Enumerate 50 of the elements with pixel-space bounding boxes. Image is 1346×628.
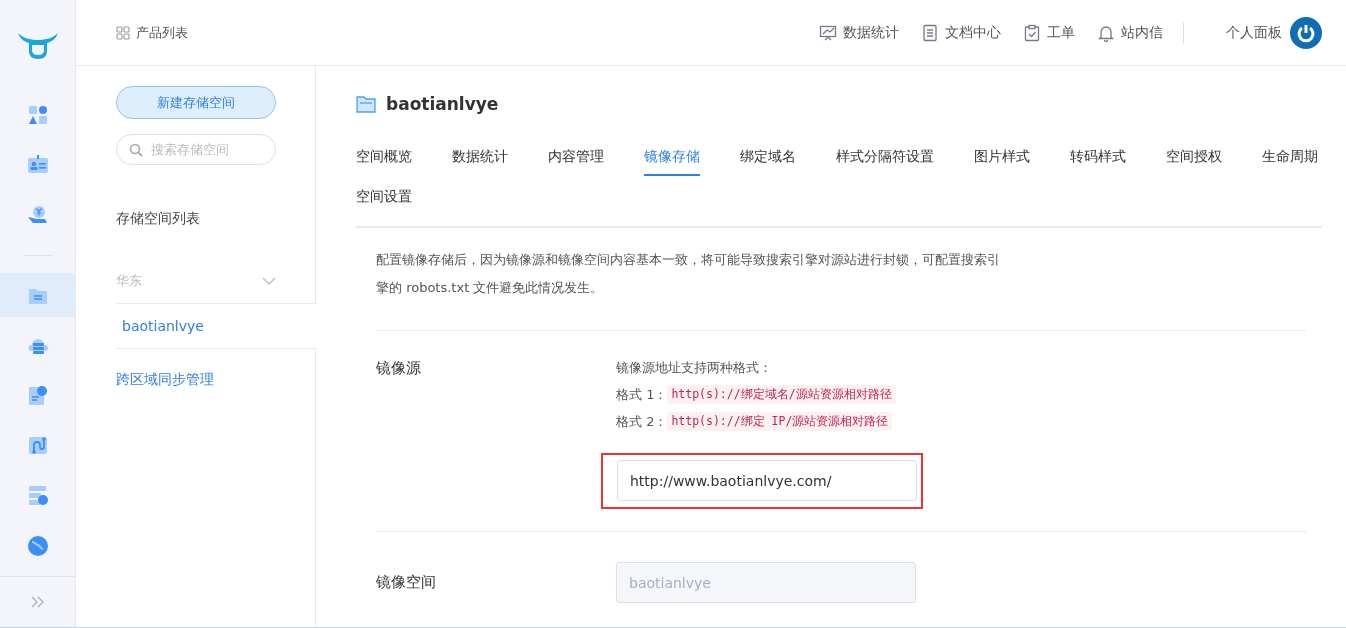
format-label: 格式 2： [616, 412, 668, 431]
tab[interactable]: 镜像存储 [644, 144, 700, 176]
notice-text: 配置镜像存储后，因为镜像源和镜像空间内容基本一致，将可能导致搜索引擎对源站进行封锁，可配置搜索引擎的 robots.txt 文件避免此情况发生。 [376, 251, 1001, 297]
product-list-link[interactable]: 产品列表 [136, 23, 188, 42]
tab[interactable]: 内容管理 [548, 144, 604, 176]
format-code: http(s)://绑定域名/源站资源相对路径 [667, 385, 896, 404]
nav-link[interactable]: 数据统计 [843, 23, 899, 42]
server-icon [26, 484, 49, 506]
nav-link[interactable]: 站内信 [1121, 23, 1163, 42]
field-label: 镜像空间 [376, 573, 437, 592]
apps-icon [26, 104, 49, 126]
folder-icon [356, 95, 376, 113]
rail-item[interactable] [0, 273, 75, 317]
tab[interactable]: 生命周期 [1262, 144, 1318, 176]
new-bucket-button[interactable]: 新建存储空间 [116, 86, 276, 119]
search-icon [129, 143, 143, 157]
tab[interactable]: 绑定域名 [740, 144, 796, 176]
expand-icon[interactable] [30, 596, 45, 608]
chart-board-icon[interactable] [819, 23, 837, 42]
list-title: 存储空间列表 [116, 210, 201, 228]
tab[interactable]: 空间设置 [356, 184, 412, 216]
hint-text: 镜像源地址支持两种格式： [616, 359, 773, 377]
field-label: 镜像源 [376, 359, 422, 379]
route-icon [26, 434, 49, 456]
search-field[interactable]: 搜索存储空间 [116, 134, 276, 165]
grid-icon [116, 25, 130, 40]
nav-link[interactable]: 工单 [1047, 23, 1075, 42]
format-code: http(s)://绑定 IP/源站资源相对路径 [667, 412, 893, 431]
tab[interactable]: 图片样式 [974, 144, 1030, 176]
bucket-title: baotianlvye [386, 94, 499, 114]
nav-link[interactable]: 文档中心 [945, 23, 1001, 42]
tab[interactable]: 空间授权 [1166, 144, 1222, 176]
sync-link[interactable]: 跨区域同步管理 [116, 371, 214, 389]
document-icon[interactable] [921, 23, 939, 42]
tab[interactable]: 数据统计 [452, 144, 508, 176]
bucket-item[interactable]: baotianlvye [116, 304, 316, 349]
tab[interactable]: 转码样式 [1070, 144, 1126, 176]
bell-icon[interactable] [1097, 23, 1115, 42]
billing-icon [26, 204, 49, 226]
format-label: 格式 1： [616, 385, 668, 404]
avatar[interactable] [1290, 16, 1322, 49]
tab[interactable]: 样式分隔符设置 [836, 144, 934, 176]
globe-icon [26, 534, 49, 556]
tab[interactable]: 空间概览 [356, 144, 412, 176]
profile-link[interactable]: 个人面板 [1226, 23, 1282, 42]
report-icon [26, 384, 49, 406]
badge-icon [26, 154, 49, 176]
region-label: 华东 [116, 271, 142, 290]
clipboard-icon[interactable] [1023, 23, 1041, 42]
mirror-source-input[interactable]: http://www.baotianlvye.com/ [617, 460, 917, 501]
